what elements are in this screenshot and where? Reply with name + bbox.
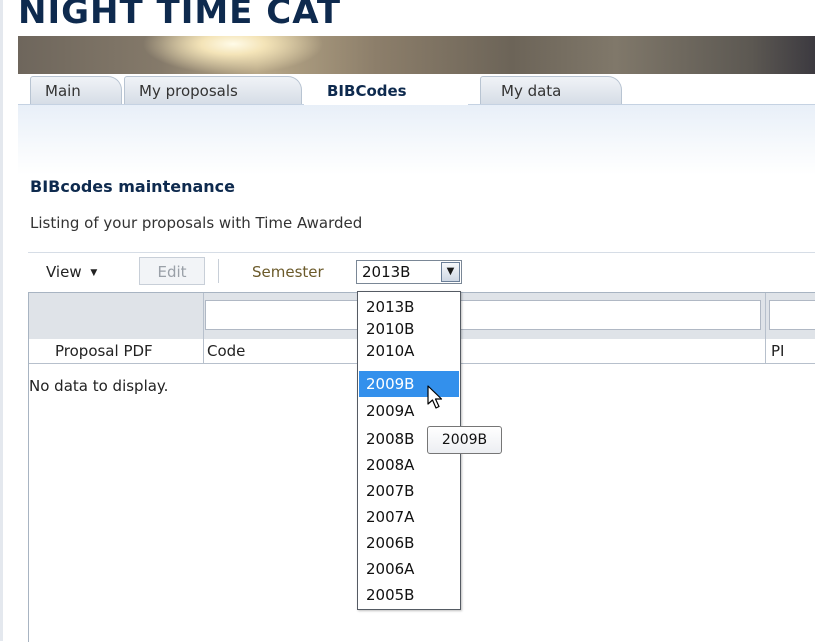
tab-bar: Main My proposals BIBCodes My data bbox=[18, 74, 815, 105]
chevron-down-icon: ▼ bbox=[446, 266, 455, 277]
app-title: NIGHT TIME CAT bbox=[18, 0, 342, 28]
semester-option[interactable]: 2005B bbox=[359, 584, 459, 606]
semester-option[interactable]: 2013B bbox=[359, 296, 459, 318]
toolbar: View ▼ Edit Semester 2013B ▼ bbox=[28, 252, 815, 289]
tab-my-data[interactable]: My data bbox=[480, 76, 622, 104]
toolbar-separator bbox=[218, 259, 219, 283]
page-subtitle: Listing of your proposals with Time Awar… bbox=[30, 214, 363, 232]
left-edge bbox=[0, 0, 3, 641]
semester-option[interactable]: 2006A bbox=[359, 558, 459, 580]
code-filter-input[interactable] bbox=[205, 300, 761, 330]
semester-select-value: 2013B bbox=[362, 263, 411, 281]
column-header-pi[interactable]: PI bbox=[771, 342, 784, 360]
empty-message: No data to display. bbox=[29, 377, 169, 395]
tab-main[interactable]: Main bbox=[30, 76, 122, 104]
tooltip: 2009B bbox=[427, 426, 502, 454]
column-divider bbox=[765, 293, 766, 364]
semester-label: Semester bbox=[252, 263, 324, 281]
tab-bibcodes[interactable]: BIBCodes bbox=[304, 76, 468, 105]
tab-my-proposals[interactable]: My proposals bbox=[124, 76, 302, 104]
dropdown-arrow-button[interactable]: ▼ bbox=[441, 262, 460, 282]
semester-select[interactable]: 2013B ▼ bbox=[356, 260, 462, 284]
column-header-proposal-pdf[interactable]: Proposal PDF bbox=[55, 342, 153, 360]
edit-button[interactable]: Edit bbox=[139, 257, 205, 285]
column-header-code[interactable]: Code bbox=[207, 342, 245, 360]
caret-down-icon: ▼ bbox=[90, 268, 98, 278]
pi-filter-input[interactable] bbox=[769, 300, 815, 330]
section-title: BIBcodes maintenance bbox=[30, 177, 235, 196]
column-divider bbox=[203, 293, 204, 364]
semester-option[interactable]: 2010B bbox=[359, 318, 459, 340]
semester-option[interactable]: 2007A bbox=[359, 506, 459, 528]
semester-option[interactable]: 2006B bbox=[359, 532, 459, 554]
semester-option[interactable]: 2008A bbox=[359, 454, 459, 476]
header-banner bbox=[18, 36, 815, 74]
mouse-pointer-icon bbox=[427, 385, 443, 409]
semester-option[interactable]: 2010A bbox=[359, 340, 459, 362]
semester-option[interactable]: 2007B bbox=[359, 480, 459, 502]
view-menu[interactable]: View ▼ bbox=[46, 263, 97, 281]
view-menu-label: View bbox=[46, 263, 82, 281]
